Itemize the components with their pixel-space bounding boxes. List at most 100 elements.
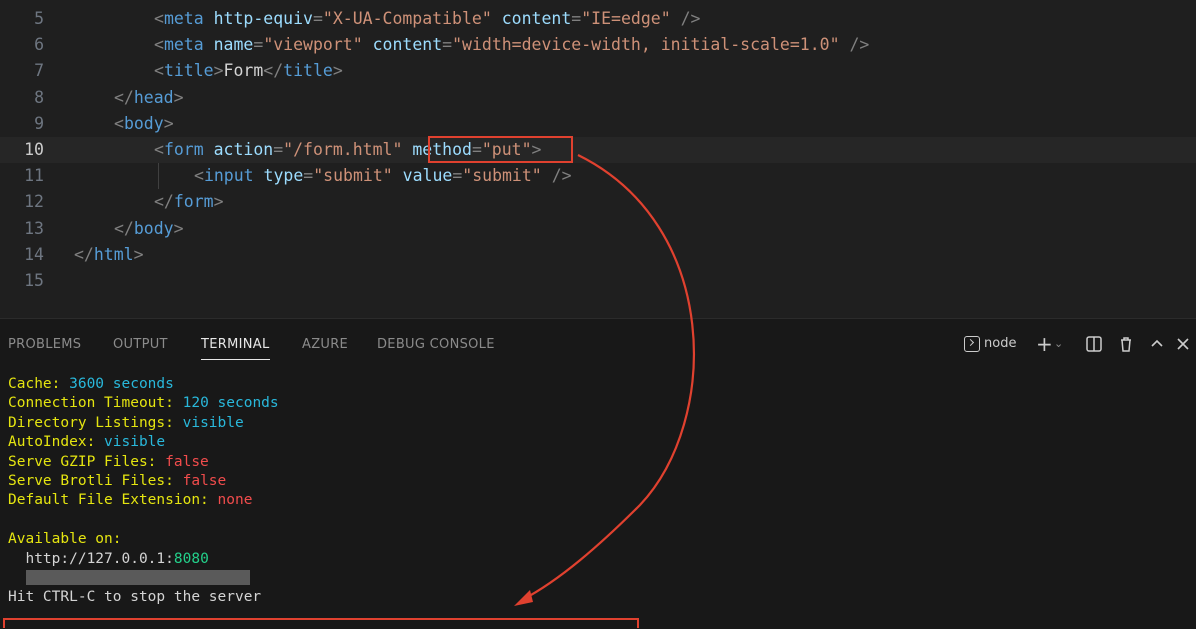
code-token: < [154,35,164,55]
close-icon[interactable] [1176,331,1190,357]
code-token: "/form.html" [283,140,403,159]
code-token: > [173,218,184,238]
line-number: 5 [34,9,44,28]
code-token: Form [223,61,264,81]
code-token: "width=device-width, initial-scale=1.0" [452,35,840,55]
add-icon[interactable]: + [1036,331,1053,357]
tab-debug-console[interactable]: DEBUG CONSOLE [377,335,495,355]
code-line[interactable]: 12 </form> [0,189,1196,215]
terminal-text: visible [182,414,244,431]
code-line[interactable]: 15 [0,268,1196,294]
code-line[interactable]: 9 <body> [0,111,1196,137]
line-number: 12 [24,192,44,212]
tab-problems[interactable]: PROBLEMS [8,335,81,355]
terminal-line [8,569,1194,588]
code-token: action [213,140,274,159]
code-token: /> [849,35,870,55]
code-line[interactable]: 14 </html> [0,242,1196,268]
code-token: < [154,140,164,159]
code-token: name [213,35,254,55]
line-number: 11 [24,166,44,186]
line-number: 10 [24,140,44,159]
terminal-text: Cache: [8,376,70,392]
tab-terminal[interactable]: TERMINAL [201,335,270,360]
terminal-line: Connection Timeout: 120 seconds [8,394,1194,413]
code-editor[interactable]: 5 <meta http-equiv="X-UA-Compatible" cont… [0,0,1196,318]
code-token: body [133,218,174,238]
terminal-text: Serve GZIP Files: [8,453,166,470]
code-token: </ [114,218,134,238]
code-token: > [332,61,343,81]
code-token: meta [163,35,204,55]
terminal-line: Available on: [8,530,1194,549]
tab-azure[interactable]: AZURE [302,335,348,355]
terminal-icon [964,335,980,352]
code-line[interactable]: 5 <meta http-equiv="X-UA-Compatible" cont… [0,6,1196,32]
line-number: 13 [24,218,44,238]
panel-tabs: PROBLEMS OUTPUT TERMINAL AZURE DEBUG CONSOLE [0,319,900,369]
code-token: > [173,87,184,107]
code-token: </ [263,61,284,81]
code-token: > [163,113,174,133]
split-icon[interactable] [1086,331,1102,357]
code-text: <body> [114,111,174,137]
terminal-text: Available on: [8,531,122,548]
code-token: title [283,61,333,81]
code-token: = [273,140,284,159]
code-token: < [114,113,124,133]
tab-output[interactable]: OUTPUT [113,335,168,355]
line-number: 9 [34,113,44,133]
code-token: head [133,87,174,107]
terminal-output[interactable]: Cache: 3600 seconds Connection Timeout: 1… [8,375,1194,608]
code-token: "put" [481,140,532,159]
code-text: <form action="/form.html" method="put"> [154,137,541,163]
code-token: input [203,166,254,186]
code-token: = [571,9,582,28]
code-line[interactable]: 13 </body> [0,216,1196,242]
code-token: title [163,61,214,81]
code-text: <input type="submit" value="submit" /> [194,163,572,189]
chevron-up-icon[interactable] [1150,331,1164,357]
code-line[interactable]: 6 <meta name="viewport" content="width=de… [0,32,1196,58]
code-line[interactable]: 7 <title>Form</title> [0,58,1196,84]
code-token: "submit" [313,166,393,186]
code-text: </html> [74,242,144,268]
code-token: "X-UA-Compatible" [322,9,492,28]
terminal-text: 120 seconds [182,395,279,412]
line-number: 6 [34,35,44,55]
code-token: = [442,35,453,55]
code-token: </ [114,87,134,107]
terminal-text: false [165,453,209,470]
code-line[interactable]: 11 <input type="submit" value="submit" /> [0,163,1196,189]
code-line[interactable]: 10 <form action="/form.html" method="put"… [0,137,1196,163]
terminal-text: 3600 seconds [69,376,174,392]
code-text: </body> [114,216,184,242]
code-token: = [471,140,482,159]
indent-guide [158,163,159,190]
trash-icon[interactable] [1118,331,1134,357]
terminal-text: false [182,472,227,489]
code-token: "IE=edge" [581,9,671,28]
terminal-selector[interactable]: node [964,331,1016,357]
code-line[interactable]: 8 </head> [0,85,1196,111]
code-token: meta [163,9,204,28]
code-token: http-equiv [213,9,313,28]
chevron-down-icon[interactable]: ⌄ [1054,331,1063,357]
line-number: 14 [24,244,44,264]
code-token: "submit" [462,166,542,186]
terminal-text: Serve Brotli Files: [8,472,183,489]
code-token: content [501,9,572,28]
code-token: > [213,192,224,212]
terminal-line: Serve GZIP Files: false [8,453,1194,472]
terminal-text: http://127.0.0.1: [8,550,174,567]
code-text: </head> [114,85,184,111]
code-text: <meta http-equiv="X-UA-Compatible" conte… [154,6,700,32]
terminal-line: AutoIndex: visible [8,433,1194,452]
code-token: /> [551,166,572,186]
